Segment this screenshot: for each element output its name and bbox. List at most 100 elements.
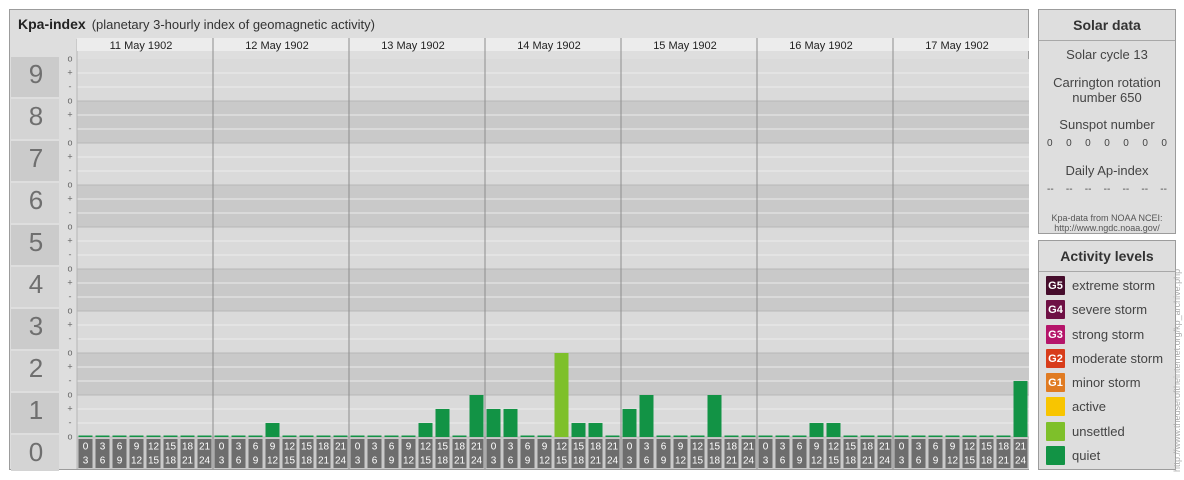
sunspot-value: 0 bbox=[1047, 138, 1053, 149]
kpa-bar bbox=[520, 435, 535, 437]
interval-start-label: 9 bbox=[134, 442, 140, 453]
level-swatch bbox=[1046, 397, 1065, 416]
level-severe-storm: G4 severe storm bbox=[1046, 299, 1147, 320]
interval-start-label: 6 bbox=[933, 442, 939, 453]
kpa-bar bbox=[622, 408, 637, 437]
kpa-bar bbox=[503, 408, 518, 437]
level-band bbox=[77, 143, 1029, 185]
kpa-bar bbox=[537, 435, 552, 437]
kpa-bar bbox=[605, 435, 620, 437]
solar-data-header: Solar data bbox=[1039, 10, 1175, 41]
sunspot-value: 0 bbox=[1161, 138, 1167, 149]
sunspot-value: 0 bbox=[1085, 138, 1091, 149]
level-unsettled: unsettled bbox=[1046, 421, 1125, 442]
level-band bbox=[77, 395, 1029, 437]
y-tick-label: 0 bbox=[29, 437, 43, 467]
interval-end-label: 3 bbox=[219, 456, 225, 467]
interval-end-label: 9 bbox=[661, 456, 667, 467]
level-label: active bbox=[1072, 399, 1106, 414]
interval-end-label: 12 bbox=[267, 456, 279, 467]
interval-start-label: 9 bbox=[270, 442, 276, 453]
interval-start-label: 21 bbox=[199, 442, 211, 453]
interval-end-label: 21 bbox=[590, 456, 602, 467]
y-subtick-label: - bbox=[69, 207, 72, 217]
interval-start-label: 18 bbox=[726, 442, 738, 453]
kpa-bar bbox=[333, 435, 348, 437]
y-subtick-label: o bbox=[67, 389, 72, 399]
interval-end-label: 12 bbox=[403, 456, 415, 467]
interval-start-label: 0 bbox=[627, 442, 633, 453]
kpa-bar bbox=[911, 435, 926, 437]
interval-start-label: 15 bbox=[437, 442, 449, 453]
level-swatch: G4 bbox=[1046, 300, 1065, 319]
interval-end-label: 18 bbox=[709, 456, 721, 467]
y-tick-label: 9 bbox=[29, 59, 43, 89]
interval-end-label: 15 bbox=[692, 456, 704, 467]
y-tick-label: 6 bbox=[29, 185, 43, 215]
interval-end-label: 9 bbox=[525, 456, 531, 467]
interval-end-label: 18 bbox=[437, 456, 449, 467]
level-moderate-storm: G2 moderate storm bbox=[1046, 348, 1163, 369]
kpa-bar bbox=[401, 435, 416, 437]
level-label: unsettled bbox=[1072, 424, 1125, 439]
interval-end-label: 15 bbox=[148, 456, 160, 467]
kpa-bar bbox=[95, 435, 110, 437]
interval-start-label: 3 bbox=[508, 442, 514, 453]
interval-end-label: 6 bbox=[236, 456, 242, 467]
interval-end-label: 6 bbox=[780, 456, 786, 467]
interval-end-label: 3 bbox=[627, 456, 633, 467]
level-label: moderate storm bbox=[1072, 351, 1164, 366]
level-band bbox=[77, 101, 1029, 143]
level-label: severe storm bbox=[1072, 302, 1148, 317]
interval-end-label: 21 bbox=[998, 456, 1010, 467]
y-tick-label: 5 bbox=[29, 227, 43, 257]
kpa-bar bbox=[231, 435, 246, 437]
kpa-chart-panel: Kpa-index (planetary 3-hourly index of ge… bbox=[9, 9, 1029, 471]
y-subtick-label: o bbox=[67, 431, 72, 441]
sunspot-value: 0 bbox=[1142, 138, 1148, 149]
interval-start-label: 9 bbox=[406, 442, 412, 453]
kpa-bar bbox=[809, 423, 824, 437]
kpa-bar bbox=[163, 435, 178, 437]
ap-value: -- bbox=[1122, 184, 1130, 195]
level-band bbox=[77, 227, 1029, 269]
interval-start-label: 21 bbox=[1015, 442, 1027, 453]
interval-end-label: 12 bbox=[539, 456, 551, 467]
interval-end-label: 3 bbox=[355, 456, 361, 467]
kpa-bar bbox=[197, 435, 212, 437]
interval-end-label: 3 bbox=[491, 456, 497, 467]
level-active: active bbox=[1046, 396, 1106, 417]
data-source-note: Kpa-data from NOAA NCEI: http://www.ngdc… bbox=[1039, 213, 1175, 233]
level-swatch bbox=[1046, 446, 1065, 465]
ap-index-label: Daily Ap-index bbox=[1065, 163, 1149, 178]
day-label: 13 May 1902 bbox=[381, 40, 445, 52]
interval-end-label: 18 bbox=[165, 456, 177, 467]
interval-start-label: 0 bbox=[355, 442, 361, 453]
y-subtick-label: o bbox=[67, 221, 72, 231]
interval-start-label: 3 bbox=[644, 442, 650, 453]
level-quiet: quiet bbox=[1046, 445, 1100, 466]
interval-start-label: 21 bbox=[607, 442, 619, 453]
interval-start-label: 3 bbox=[916, 442, 922, 453]
interval-end-label: 15 bbox=[420, 456, 432, 467]
y-tick-label: 2 bbox=[29, 353, 43, 383]
interval-end-label: 6 bbox=[508, 456, 514, 467]
ap-value: -- bbox=[1141, 184, 1149, 195]
interval-start-label: 6 bbox=[661, 442, 667, 453]
kpa-bar bbox=[452, 435, 467, 437]
interval-end-label: 18 bbox=[845, 456, 857, 467]
interval-end-label: 24 bbox=[471, 456, 483, 467]
interval-start-label: 0 bbox=[83, 442, 89, 453]
kpa-bar bbox=[996, 435, 1011, 437]
interval-start-label: 15 bbox=[573, 442, 585, 453]
sunspot-label: Sunspot number bbox=[1059, 117, 1155, 132]
interval-end-label: 6 bbox=[644, 456, 650, 467]
interval-end-label: 3 bbox=[763, 456, 769, 467]
interval-start-label: 9 bbox=[950, 442, 956, 453]
y-subtick-label: - bbox=[69, 375, 72, 385]
y-subtick-label: + bbox=[67, 403, 72, 413]
kpa-bar bbox=[78, 435, 93, 437]
interval-end-label: 9 bbox=[933, 456, 939, 467]
interval-start-label: 21 bbox=[335, 442, 347, 453]
y-subtick-label: - bbox=[69, 333, 72, 343]
